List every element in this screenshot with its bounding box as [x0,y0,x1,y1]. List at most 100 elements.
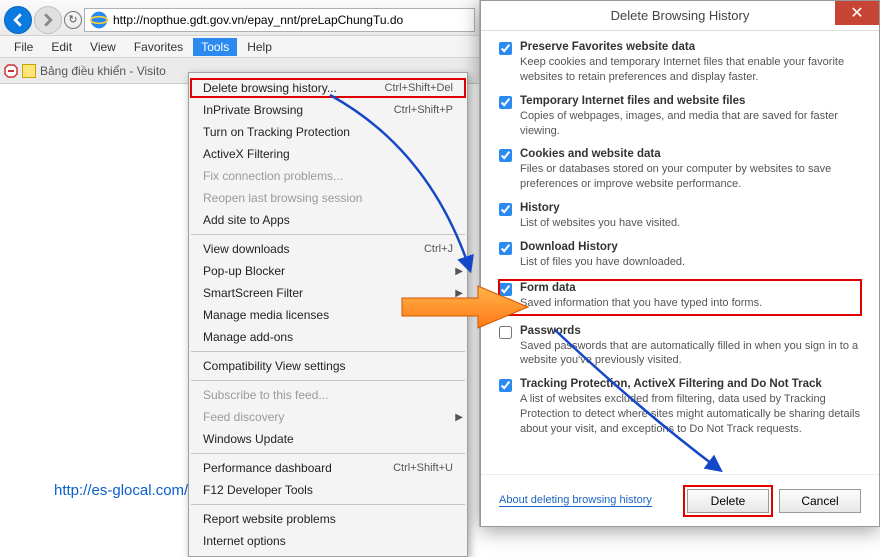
menu-item-label: Internet options [203,534,286,548]
big-arrow-icon [400,284,530,335]
dialog-option: Form data Saved information that you have… [499,280,861,315]
option-checkbox[interactable] [499,203,512,216]
option-desc: List of files you have downloaded. [520,255,685,270]
option-checkbox[interactable] [499,242,512,255]
option-title: Form data [520,282,762,294]
option-desc: Copies of webpages, images, and media th… [520,109,861,139]
delete-button[interactable]: Delete [687,489,769,513]
option-desc: Keep cookies and temporary Internet file… [520,55,861,85]
menu-item-label: ActiveX Filtering [203,147,290,161]
option-title: Preserve Favorites website data [520,41,861,53]
option-title: Cookies and website data [520,148,861,160]
menu-item[interactable]: F12 Developer Tools [189,479,467,501]
menu-item: Reopen last browsing session [189,187,467,209]
cancel-button[interactable]: Cancel [779,489,861,513]
option-checkbox[interactable] [499,379,512,392]
option-desc: Saved information that you have typed in… [520,296,762,311]
arrow-right-icon [41,13,55,27]
option-checkbox[interactable] [499,96,512,109]
menu-item-label: View downloads [203,242,290,256]
tab-title[interactable]: Bảng điều khiển - Visito [40,64,172,78]
menu-shortcut: Ctrl+Shift+U [393,462,453,474]
menu-item-label: Subscribe to this feed... [203,388,328,402]
menu-item-label: Fix connection problems... [203,169,343,183]
menu-item[interactable]: Performance dashboard Ctrl+Shift+U [189,457,467,479]
dialog-option: Temporary Internet files and website fil… [499,95,861,139]
dialog-option: History List of websites you have visited… [499,202,861,231]
dialog-footer: About deleting browsing history Delete C… [481,474,879,526]
dialog-option: Passwords Saved passwords that are automa… [499,325,861,369]
option-checkbox[interactable] [499,149,512,162]
dialog-option: Cookies and website data Files or databas… [499,148,861,192]
menu-item-label: Report website problems [203,512,336,526]
option-checkbox[interactable] [499,42,512,55]
option-title: Download History [520,241,685,253]
menu-item[interactable]: Turn on Tracking Protection [189,121,467,143]
menu-item[interactable]: ActiveX Filtering [189,143,467,165]
menu-item-label: Turn on Tracking Protection [203,125,350,139]
watermark-link: http://es-glocal.com/ [54,482,188,499]
menu-item[interactable]: View downloads Ctrl+J [189,238,467,260]
menu-shortcut: Ctrl+Shift+Del [385,82,453,94]
option-desc: Saved passwords that are automatically f… [520,339,861,369]
dialog-body: Preserve Favorites website data Keep cook… [481,31,879,474]
menu-shortcut: Ctrl+Shift+P [394,104,453,116]
reload-button[interactable]: ↻ [64,11,82,29]
url-input[interactable] [113,13,470,27]
option-title: Tracking Protection, ActiveX Filtering a… [520,378,861,390]
menu-item-label: Feed discovery [203,410,284,424]
nav-toolbar: ↻ [0,0,479,36]
menu-item-label: F12 Developer Tools [203,483,313,497]
menu-view[interactable]: View [82,38,124,56]
close-icon: ✕ [850,3,863,23]
menu-item[interactable]: Delete browsing history... Ctrl+Shift+Del [189,77,467,99]
menu-item[interactable]: Windows Update [189,428,467,450]
dialog-option: Download History List of files you have d… [499,241,861,270]
menu-item: Feed discovery ▶ [189,406,467,428]
menu-item: Fix connection problems... [189,165,467,187]
option-desc: Files or databases stored on your comput… [520,162,861,192]
submenu-caret-icon: ▶ [455,412,463,423]
option-title: Passwords [520,325,861,337]
menu-shortcut: Ctrl+J [424,243,453,255]
dialog-option: Preserve Favorites website data Keep cook… [499,41,861,85]
menu-help[interactable]: Help [239,38,280,56]
forward-button[interactable] [34,6,62,34]
arrow-left-icon [11,13,25,27]
menu-item-label: Reopen last browsing session [203,191,362,205]
menu-item[interactable]: Compatibility View settings [189,355,467,377]
menu-bar: File Edit View Favorites Tools Help [0,36,479,58]
close-button[interactable]: ✕ [835,1,879,25]
menu-item-label: Add site to Apps [203,213,290,227]
menu-item-label: Manage add-ons [203,330,293,344]
menu-item-label: Compatibility View settings [203,359,346,373]
option-desc: A list of websites excluded from filteri… [520,392,861,437]
option-title: Temporary Internet files and website fil… [520,95,861,107]
menu-item-label: SmartScreen Filter [203,286,303,300]
menu-edit[interactable]: Edit [43,38,80,56]
dialog-title: Delete Browsing History [611,8,750,23]
menu-item[interactable]: InPrivate Browsing Ctrl+Shift+P [189,99,467,121]
stop-icon[interactable] [2,62,20,80]
menu-item[interactable]: Pop-up Blocker ▶ [189,260,467,282]
submenu-caret-icon: ▶ [455,266,463,277]
menu-item-label: Manage media licenses [203,308,329,322]
menu-item: Subscribe to this feed... [189,384,467,406]
menu-item-label: Pop-up Blocker [203,264,285,278]
menu-favorites[interactable]: Favorites [126,38,191,56]
option-title: History [520,202,680,214]
menu-item[interactable]: Add site to Apps [189,209,467,231]
address-bar[interactable] [84,8,475,32]
delete-history-dialog: Delete Browsing History ✕ Preserve Favor… [480,0,880,527]
menu-item-label: Delete browsing history... [203,81,337,95]
dialog-title-bar: Delete Browsing History ✕ [481,1,879,31]
favicon-icon [22,64,36,78]
back-button[interactable] [4,6,32,34]
menu-item[interactable]: Internet options [189,530,467,552]
menu-file[interactable]: File [6,38,41,56]
about-link[interactable]: About deleting browsing history [499,494,652,507]
option-desc: List of websites you have visited. [520,216,680,231]
menu-item-label: Performance dashboard [203,461,332,475]
menu-tools[interactable]: Tools [193,38,237,56]
menu-item-label: InPrivate Browsing [203,103,303,117]
